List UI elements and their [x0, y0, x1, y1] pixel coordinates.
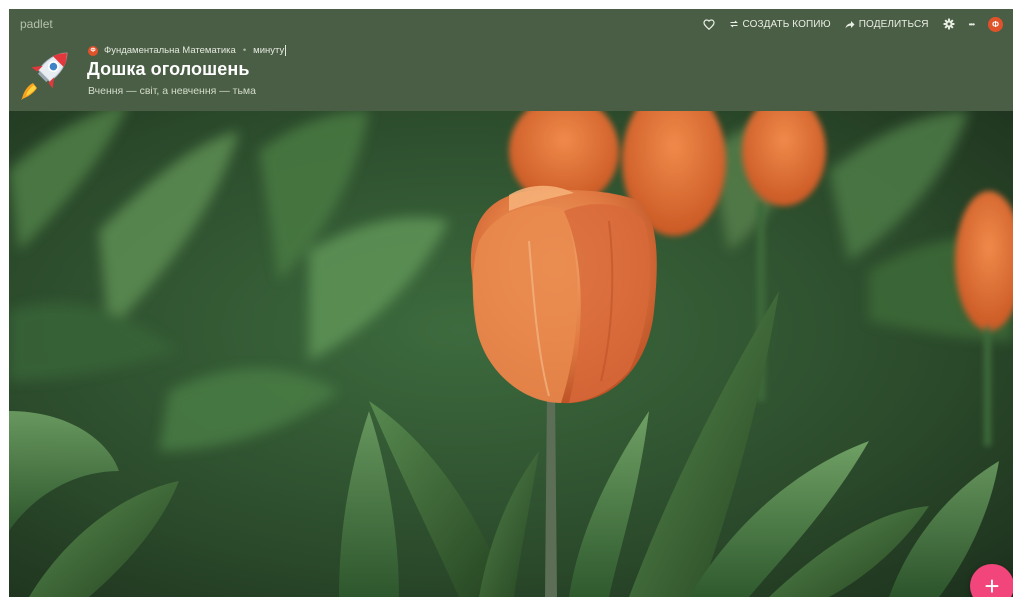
more-button[interactable]: ••• — [968, 19, 975, 29]
last-updated: минуту — [253, 45, 285, 56]
settings-button[interactable] — [943, 18, 955, 30]
tulip-wallpaper — [9, 86, 1013, 597]
remake-button[interactable]: СОЗДАТЬ КОПИЮ — [729, 19, 831, 30]
avatar: Ф — [988, 16, 1003, 32]
padlet-app: padlet СОЗДАТЬ КОПИЮ ПОДЕЛИТЬСЯ ••• Ф Ф … — [9, 9, 1013, 597]
meta-separator: • — [242, 45, 247, 56]
rocket-icon[interactable] — [19, 43, 77, 106]
gear-icon — [943, 18, 955, 30]
board-title[interactable]: Дошка оголошень — [87, 59, 250, 80]
like-button[interactable] — [702, 18, 715, 30]
toolbar: СОЗДАТЬ КОПИЮ ПОДЕЛИТЬСЯ ••• Ф — [689, 15, 1003, 33]
remake-icon — [729, 19, 739, 29]
author-avatar: Ф — [88, 45, 98, 56]
remake-label: СОЗДАТЬ КОПИЮ — [742, 18, 831, 30]
share-arrow-icon — [845, 20, 855, 29]
more-icon: ••• — [968, 19, 975, 29]
padlet-logo[interactable]: padlet — [20, 17, 53, 31]
board-meta: Ф Фундаментальна Математика • минуту — [88, 45, 287, 56]
share-label: ПОДЕЛИТЬСЯ — [858, 18, 929, 30]
add-post-button[interactable]: + — [970, 564, 1013, 597]
author-name[interactable]: Фундаментальна Математика — [104, 45, 236, 56]
heart-icon — [702, 18, 715, 30]
share-button[interactable]: ПОДЕЛИТЬСЯ — [845, 19, 929, 30]
board-subtitle[interactable]: Вчення — світ, а невчення — тьма — [88, 85, 256, 97]
text-cursor — [285, 45, 287, 56]
board-header: padlet СОЗДАТЬ КОПИЮ ПОДЕЛИТЬСЯ ••• Ф Ф … — [9, 9, 1013, 111]
user-avatar-button[interactable]: Ф — [988, 16, 1003, 32]
